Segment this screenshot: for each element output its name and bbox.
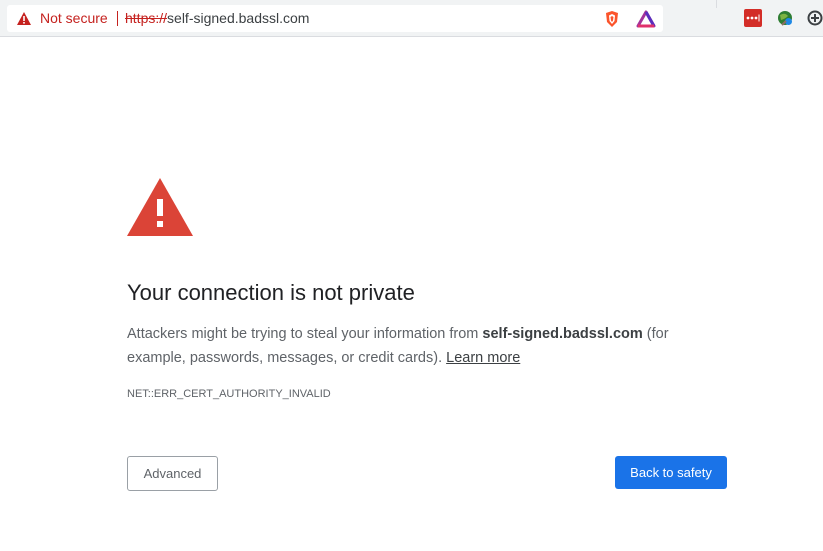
not-secure-label[interactable]: Not secure	[40, 10, 108, 27]
warning-icon[interactable]	[16, 11, 32, 26]
page-title: Your connection is not private	[127, 280, 415, 305]
url-text[interactable]: https://self-signed.badssl.com	[125, 10, 309, 27]
browser-toolbar: Not secure https://self-signed.badssl.co…	[0, 0, 823, 37]
globe-extension-icon[interactable]	[776, 9, 794, 27]
address-bar[interactable]: Not secure https://self-signed.badssl.co…	[7, 5, 663, 32]
brave-shield-icon[interactable]	[602, 9, 622, 29]
error-code[interactable]: NET::ERR_CERT_AUTHORITY_INVALID	[127, 387, 331, 401]
advanced-button[interactable]: Advanced	[127, 456, 218, 491]
danger-warning-icon	[127, 178, 193, 236]
back-to-safety-button[interactable]: Back to safety	[615, 456, 727, 489]
extension-icon[interactable]	[806, 9, 823, 27]
explain-prefix: Attackers might be trying to steal your …	[127, 326, 483, 342]
url-scheme: https://	[125, 10, 168, 26]
learn-more-link[interactable]: Learn more	[446, 350, 520, 366]
url-host: self-signed.badssl.com	[167, 10, 310, 26]
security-separator	[117, 11, 118, 26]
brave-rewards-icon[interactable]	[636, 9, 656, 29]
toolbar-divider	[716, 0, 717, 8]
explanation-text: Attackers might be trying to steal your …	[127, 322, 717, 370]
explain-host: self-signed.badssl.com	[482, 326, 643, 342]
lastpass-icon[interactable]	[744, 9, 762, 27]
